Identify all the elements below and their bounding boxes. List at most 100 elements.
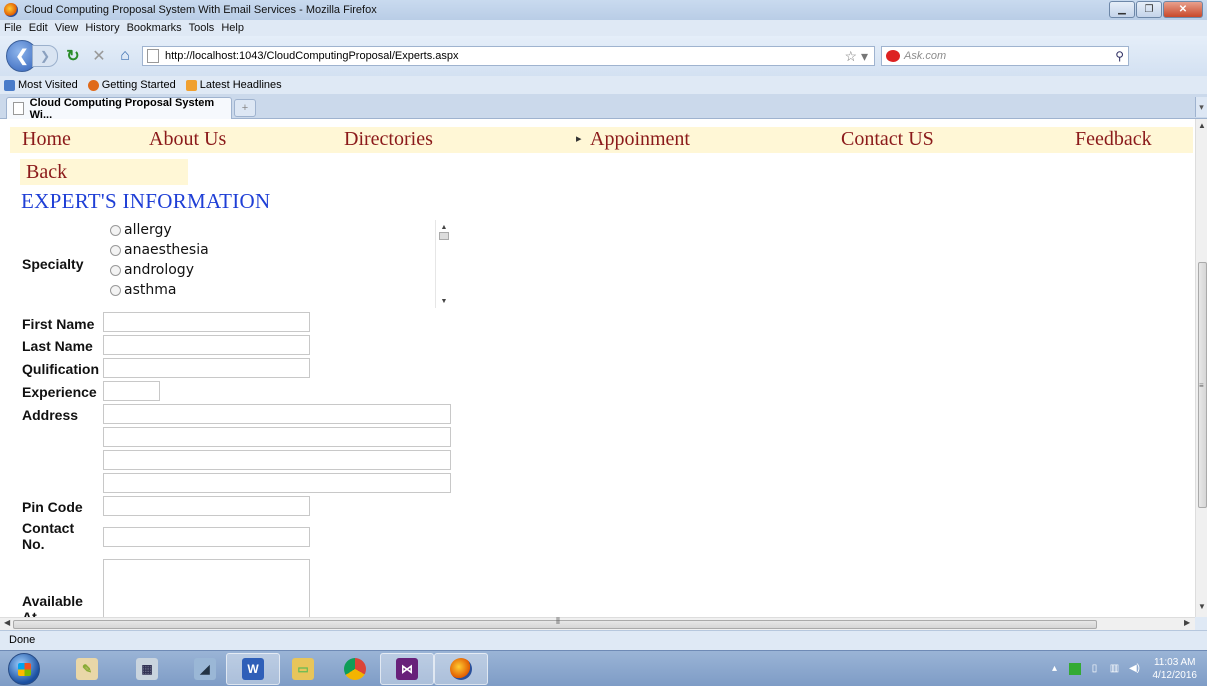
new-tab-button[interactable]: +	[234, 99, 256, 117]
search-icon[interactable]: ⚲	[1115, 49, 1128, 63]
specialty-option[interactable]: asthma	[106, 280, 451, 300]
taskbar-word[interactable]: W	[226, 653, 280, 685]
bookmark-latest-headlines[interactable]: Latest Headlines	[185, 79, 282, 91]
experience-field[interactable]	[103, 381, 160, 401]
page-vertical-scrollbar[interactable]: ▲ ≡ ▼	[1195, 119, 1207, 617]
menu-bar: File Edit View History Bookmarks Tools H…	[0, 20, 1207, 36]
maximize-button[interactable]: ❐	[1136, 1, 1162, 18]
nav-contact-us[interactable]: Contact US	[841, 128, 934, 151]
taskbar-explorer[interactable]: ▭	[276, 653, 330, 685]
back-link[interactable]: Back	[26, 161, 67, 184]
menu-history[interactable]: History	[85, 22, 119, 34]
specialty-scrollbar[interactable]: ▲ ▼	[435, 220, 451, 308]
scroll-thumb[interactable]	[439, 232, 449, 240]
start-button[interactable]	[8, 653, 40, 685]
search-placeholder: Ask.com	[904, 50, 947, 62]
bookmarks-toolbar: Most Visited Getting Started Latest Head…	[0, 76, 1207, 94]
network-icon[interactable]: ▥	[1109, 663, 1121, 675]
url-bar[interactable]: http://localhost:1043/CloudComputingProp…	[142, 46, 875, 66]
nav-home[interactable]: Home	[22, 128, 71, 151]
bookmark-most-visited[interactable]: Most Visited	[4, 79, 78, 91]
minimize-button[interactable]: ▁	[1109, 1, 1135, 18]
stop-button[interactable]: ✕	[88, 45, 110, 67]
bookmark-getting-started[interactable]: Getting Started	[87, 79, 176, 91]
page-viewport: Home About Us Directories ▸ Appoinment C…	[0, 119, 1195, 617]
page-title: EXPERT'S INFORMATION	[21, 189, 271, 213]
close-button[interactable]: ✕	[1163, 1, 1203, 18]
specialty-option[interactable]: anaesthesia	[106, 240, 451, 260]
taskbar-snipping[interactable]: ◢	[178, 653, 232, 685]
radio-button[interactable]	[110, 284, 121, 296]
nav-feedback[interactable]: Feedback	[1075, 128, 1152, 151]
taskbar-visual-studio[interactable]: ⋈	[380, 653, 434, 685]
first-name-label: First Name	[22, 316, 95, 332]
word-icon: W	[242, 658, 264, 680]
nav-appointment[interactable]: Appoinment	[590, 128, 690, 151]
chrome-icon	[344, 658, 366, 680]
menu-view[interactable]: View	[55, 22, 79, 34]
taskbar-calculator[interactable]: ▦	[120, 653, 174, 685]
menu-file[interactable]: File	[4, 22, 22, 34]
scroll-thumb[interactable]	[13, 620, 1097, 629]
specialty-option[interactable]: andrology	[106, 260, 451, 280]
navigation-toolbar: ❮ ❯ ↻ ✕ ⌂ http://localhost:1043/CloudCom…	[0, 36, 1207, 76]
menu-help[interactable]: Help	[221, 22, 244, 34]
nav-directories[interactable]: Directories	[344, 128, 433, 151]
available-at-textarea[interactable]	[103, 559, 310, 617]
qualification-label: Qulification	[22, 361, 99, 377]
grip-icon: ≡	[1199, 381, 1204, 390]
address-line-1-field[interactable]	[103, 404, 451, 424]
pin-code-field[interactable]	[103, 496, 310, 516]
radio-button[interactable]	[110, 244, 121, 256]
status-text: Done	[9, 634, 36, 646]
forward-button[interactable]: ❯	[32, 45, 58, 67]
menu-tools[interactable]: Tools	[189, 22, 215, 34]
qualification-field[interactable]	[103, 358, 310, 378]
scroll-down-icon[interactable]: ▼	[1196, 602, 1207, 611]
bookmark-label: Getting Started	[101, 79, 176, 91]
radio-button[interactable]	[110, 224, 121, 236]
pin-code-label: Pin Code	[22, 499, 83, 515]
page-icon	[147, 49, 159, 63]
battery-icon[interactable]: ▯	[1089, 663, 1101, 675]
specialty-option[interactable]: allergy	[106, 220, 451, 240]
address-line-2-field[interactable]	[103, 427, 451, 447]
address-line-4-field[interactable]	[103, 473, 451, 493]
home-button[interactable]: ⌂	[114, 45, 136, 67]
search-bar[interactable]: Ask.com ⚲	[881, 46, 1129, 66]
scroll-right-icon[interactable]: ▶	[1184, 618, 1190, 627]
scroll-up-icon[interactable]: ▲	[1196, 121, 1207, 130]
tray-app-icon[interactable]	[1068, 663, 1081, 675]
menu-bookmarks[interactable]: Bookmarks	[127, 22, 182, 34]
tray-expand-icon[interactable]: ▴	[1049, 663, 1061, 675]
taskbar-paint[interactable]: ✎	[60, 653, 114, 685]
nav-about-us[interactable]: About Us	[149, 128, 226, 151]
taskbar-chrome[interactable]	[328, 653, 382, 685]
contact-no-field[interactable]	[103, 527, 310, 547]
last-name-label: Last Name	[22, 338, 93, 354]
contact-no-label: Contact No.	[22, 520, 75, 552]
ask-engine-icon[interactable]	[886, 50, 900, 62]
reload-button[interactable]: ↻	[62, 45, 84, 67]
scroll-down-icon[interactable]: ▼	[436, 294, 452, 308]
taskbar-firefox[interactable]	[434, 653, 488, 685]
first-name-field[interactable]	[103, 312, 310, 332]
url-text: http://localhost:1043/CloudComputingProp…	[165, 50, 459, 62]
menu-edit[interactable]: Edit	[29, 22, 48, 34]
bookmark-star-icon[interactable]: ☆ ▾	[845, 48, 874, 65]
tab-list-button[interactable]: ▾	[1195, 97, 1207, 117]
address-line-3-field[interactable]	[103, 450, 451, 470]
firefox-icon	[450, 658, 472, 680]
clock-date: 4/12/2016	[1152, 670, 1198, 681]
taskbar-clock[interactable]: 11:03 AM 4/12/2016	[1153, 656, 1198, 682]
radio-button[interactable]	[110, 264, 121, 276]
tab-active[interactable]: Cloud Computing Proposal System Wi...	[6, 97, 232, 121]
last-name-field[interactable]	[103, 335, 310, 355]
site-nav: Home About Us Directories ▸ Appoinment C…	[10, 127, 1193, 153]
windows-logo-icon	[18, 663, 31, 676]
grip-icon: ⦀	[556, 616, 560, 626]
page-horizontal-scrollbar[interactable]: ◀ ⦀ ▶	[0, 616, 1195, 630]
volume-icon[interactable]: ◀)	[1129, 663, 1141, 675]
scroll-left-icon[interactable]: ◀	[4, 618, 10, 627]
plus-icon: +	[241, 102, 249, 114]
